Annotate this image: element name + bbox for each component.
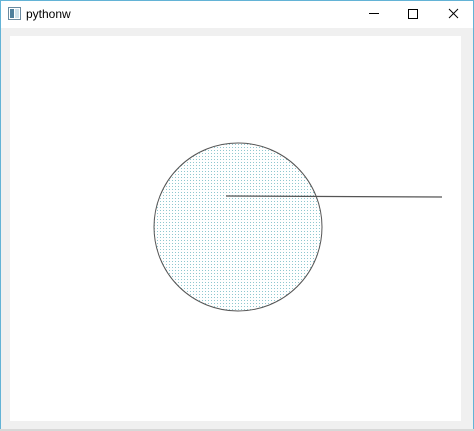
drawing-canvas[interactable] bbox=[10, 36, 461, 421]
window-title: pythonw bbox=[26, 7, 71, 21]
python-window-icon[interactable] bbox=[8, 7, 21, 20]
close-icon bbox=[448, 8, 459, 19]
title-bar[interactable]: pythonw bbox=[1, 1, 473, 28]
dotted-circle bbox=[153, 142, 323, 312]
app-window: pythonw bbox=[0, 0, 474, 431]
canvas-drawing bbox=[153, 142, 443, 312]
close-button[interactable] bbox=[433, 1, 473, 28]
window-client-area bbox=[1, 28, 473, 430]
maximize-button[interactable] bbox=[393, 1, 433, 28]
minimize-icon bbox=[369, 13, 379, 14]
maximize-icon bbox=[408, 9, 418, 19]
minimize-button[interactable] bbox=[354, 1, 394, 28]
